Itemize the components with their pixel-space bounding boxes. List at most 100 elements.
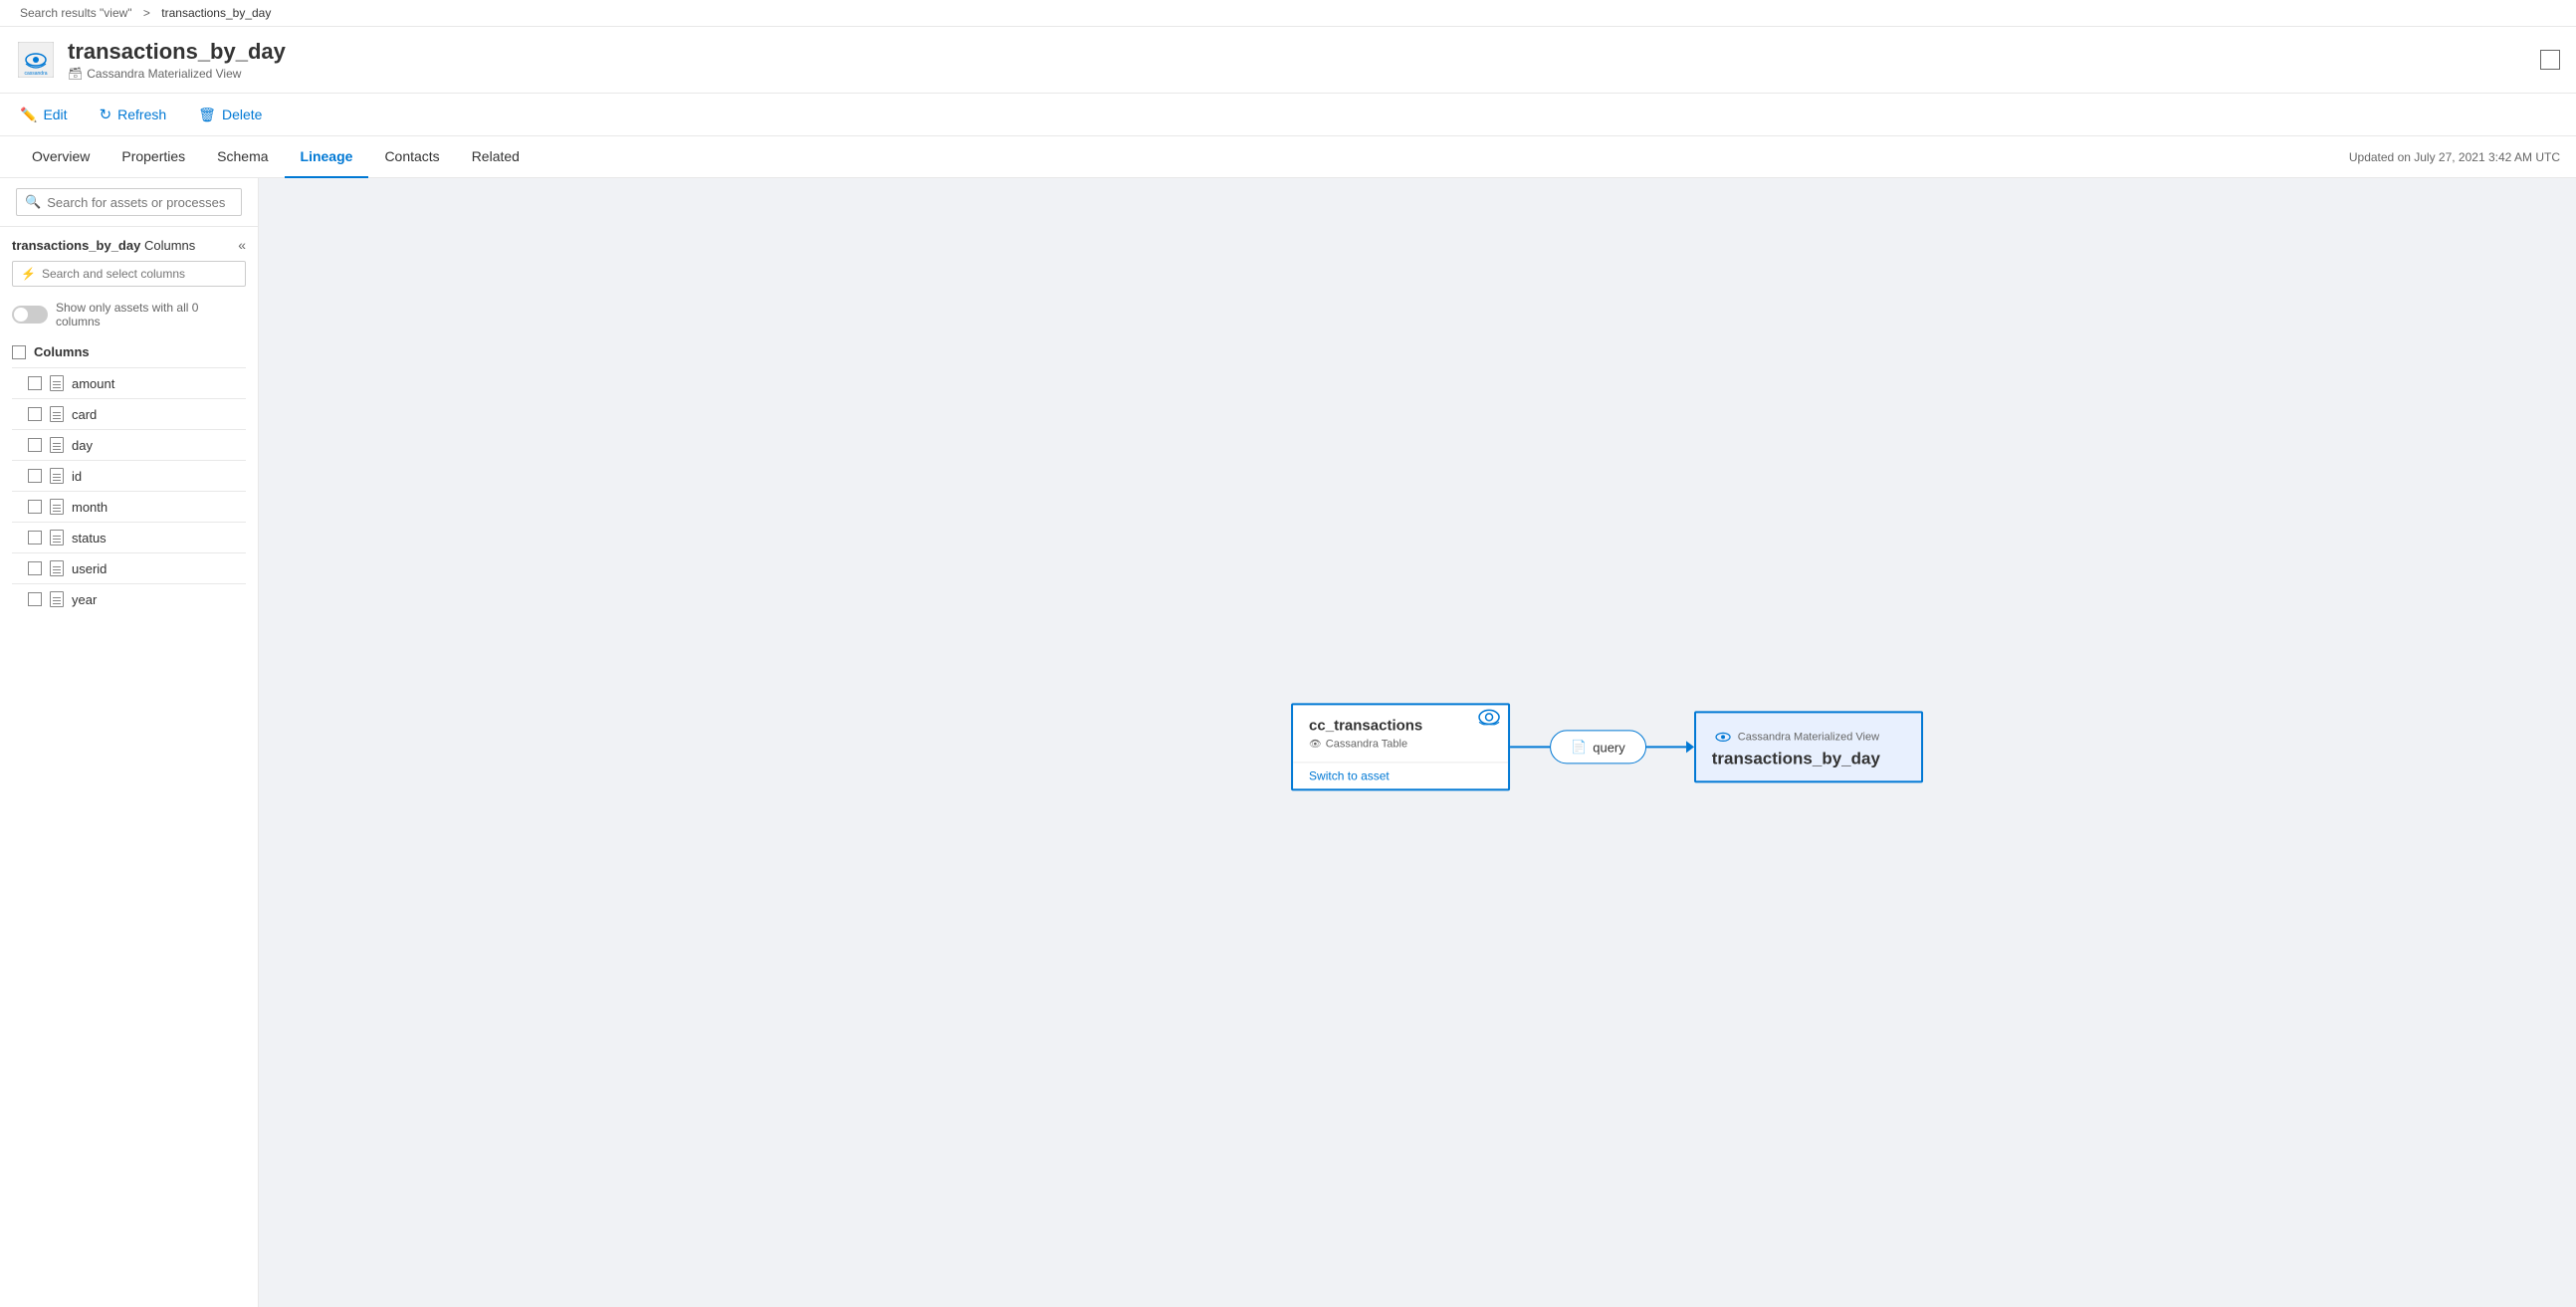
source-node[interactable]: cc_transactions 👁 Cassandra Table Switch… <box>1291 703 1510 790</box>
tab-properties[interactable]: Properties <box>106 136 201 178</box>
year-checkbox[interactable] <box>28 592 42 606</box>
lineage-canvas: cc_transactions 👁 Cassandra Table Switch… <box>259 178 2576 1307</box>
list-item[interactable]: amount <box>0 370 258 396</box>
list-item[interactable]: id <box>0 463 258 489</box>
tab-related[interactable]: Related <box>456 136 536 178</box>
column-search-area: ⚡ <box>0 261 258 295</box>
column-icon <box>50 375 64 391</box>
toggle-label: Show only assets with all 0 columns <box>56 301 246 328</box>
filter-icon: ⚡ <box>21 267 36 281</box>
updated-timestamp: Updated on July 27, 2021 3:42 AM UTC <box>2349 138 2560 176</box>
separator-3 <box>12 429 246 430</box>
delete-button[interactable]: 🗑 Delete <box>194 103 266 127</box>
day-label: day <box>72 438 93 453</box>
cassandra-logo-svg: cassandra <box>18 42 54 78</box>
lineage-diagram: cc_transactions 👁 Cassandra Table Switch… <box>1291 703 1923 790</box>
list-item[interactable]: userid <box>0 555 258 581</box>
toolbar: ✏️ Edit ↻ Refresh 🗑 Delete <box>0 94 2576 136</box>
userid-checkbox[interactable] <box>28 561 42 575</box>
list-item[interactable]: year <box>0 586 258 612</box>
source-node-body: cc_transactions 👁 Cassandra Table <box>1293 705 1508 762</box>
status-checkbox[interactable] <box>28 531 42 545</box>
userid-label: userid <box>72 561 107 576</box>
source-node-wrapper: cc_transactions 👁 Cassandra Table Switch… <box>1291 703 1510 790</box>
delete-icon: 🗑 <box>198 107 216 123</box>
edit-icon: ✏️ <box>20 107 37 123</box>
list-item[interactable]: day <box>0 432 258 458</box>
breadcrumb-separator: > <box>143 6 150 20</box>
table-icon: 🗃 <box>68 67 83 81</box>
tab-overview[interactable]: Overview <box>16 136 106 178</box>
separator-5 <box>12 491 246 492</box>
list-item[interactable]: card <box>0 401 258 427</box>
column-search-input[interactable] <box>42 267 237 281</box>
panel-header: transactions_by_day Columns « <box>0 227 258 261</box>
id-label: id <box>72 469 82 484</box>
separator-1 <box>12 367 246 368</box>
column-search-wrapper: ⚡ <box>12 261 246 287</box>
asset-subtitle: 🗃 Cassandra Materialized View <box>68 67 2540 81</box>
toggle-row: Show only assets with all 0 columns <box>0 295 258 334</box>
column-list: Columns amount card day <box>0 334 258 1307</box>
asset-title: transactions_by_day <box>68 39 2540 65</box>
header-checkbox[interactable] <box>12 345 26 359</box>
tab-schema[interactable]: Schema <box>201 136 284 178</box>
breadcrumb: Search results "view" > transactions_by_… <box>0 0 2576 27</box>
switch-to-asset-link[interactable]: Switch to asset <box>1293 762 1508 788</box>
breadcrumb-search-link[interactable]: Search results "view" <box>20 6 132 20</box>
maximize-button[interactable] <box>2540 50 2560 70</box>
process-label: query <box>1593 740 1625 755</box>
source-node-subtitle: 👁 Cassandra Table <box>1309 738 1492 750</box>
svg-text:cassandra: cassandra <box>24 71 47 77</box>
column-icon <box>50 591 64 607</box>
id-checkbox[interactable] <box>28 469 42 483</box>
left-panel: 🔍 transactions_by_day Columns « ⚡ Show o… <box>0 178 259 1307</box>
year-label: year <box>72 592 97 607</box>
dest-node-title: transactions_by_day <box>1712 749 1905 768</box>
arrow-head <box>1686 741 1694 753</box>
h-line-2 <box>1646 746 1686 748</box>
separator-8 <box>12 583 246 584</box>
separator-7 <box>12 552 246 553</box>
columns-header-row: Columns <box>0 338 258 365</box>
column-icon <box>50 530 64 545</box>
toggle-switch[interactable] <box>12 306 48 324</box>
tab-contacts[interactable]: Contacts <box>368 136 455 178</box>
amount-label: amount <box>72 376 114 391</box>
card-label: card <box>72 407 97 422</box>
eye-icon[interactable] <box>1478 709 1500 728</box>
refresh-button[interactable]: ↻ Refresh <box>96 102 171 127</box>
search-icon: 🔍 <box>25 194 41 210</box>
search-assets-area: 🔍 <box>0 178 258 227</box>
search-assets-wrapper: 🔍 <box>16 188 242 216</box>
panel-title: transactions_by_day Columns <box>12 238 195 253</box>
column-icon <box>50 499 64 515</box>
day-checkbox[interactable] <box>28 438 42 452</box>
separator-4 <box>12 460 246 461</box>
card-checkbox[interactable] <box>28 407 42 421</box>
separator-6 <box>12 522 246 523</box>
edit-button[interactable]: ✏️ Edit <box>16 103 72 127</box>
separator-2 <box>12 398 246 399</box>
cassandra-dest-icon <box>1712 729 1734 745</box>
month-checkbox[interactable] <box>28 500 42 514</box>
process-node[interactable]: 📄 query <box>1550 730 1646 763</box>
h-line-1 <box>1510 746 1550 748</box>
asset-title-block: transactions_by_day 🗃 Cassandra Material… <box>68 39 2540 81</box>
columns-header-label: Columns <box>34 344 90 359</box>
tab-lineage[interactable]: Lineage <box>285 136 369 178</box>
column-icon <box>50 437 64 453</box>
list-item[interactable]: status <box>0 525 258 550</box>
destination-node-body: Cassandra Materialized View transactions… <box>1696 713 1921 780</box>
column-icon <box>50 406 64 422</box>
column-icon <box>50 560 64 576</box>
collapse-panel-button[interactable]: « <box>238 237 246 253</box>
dest-node-subtitle: Cassandra Materialized View <box>1712 729 1905 745</box>
source-node-title: cc_transactions <box>1309 717 1492 734</box>
amount-checkbox[interactable] <box>28 376 42 390</box>
search-assets-input[interactable] <box>47 195 233 210</box>
cassandra-icon: 👁 <box>1309 739 1322 750</box>
list-item[interactable]: month <box>0 494 258 520</box>
column-icon <box>50 468 64 484</box>
destination-node[interactable]: Cassandra Materialized View transactions… <box>1694 711 1923 782</box>
